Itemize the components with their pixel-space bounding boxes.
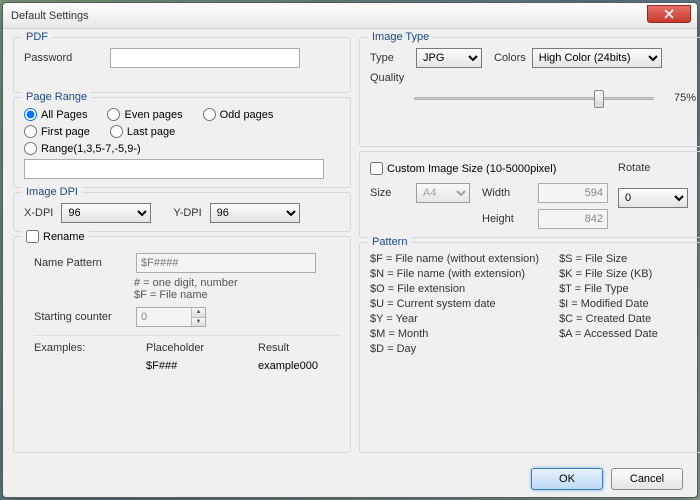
password-label: Password (24, 52, 104, 64)
window-title: Default Settings (11, 10, 89, 22)
quality-label: Quality (370, 72, 410, 84)
legend-n: $N = File name (with extension) (370, 268, 539, 280)
examples-label: Examples: (34, 342, 116, 354)
legend-d: $D = Day (370, 343, 539, 355)
close-icon (664, 9, 674, 19)
name-pattern-input[interactable] (136, 253, 316, 273)
legend-y: $Y = Year (370, 313, 539, 325)
type-select[interactable]: JPG (416, 48, 482, 68)
starting-counter-spinner[interactable]: ▲▼ (136, 307, 206, 327)
x-dpi-select[interactable]: 96 (61, 203, 151, 223)
y-dpi-label: Y-DPI (173, 207, 201, 219)
size-select[interactable]: A4 (416, 183, 470, 203)
example-placeholder: $F### (146, 360, 228, 372)
ok-button[interactable]: OK (531, 468, 603, 490)
starting-counter-label: Starting counter (34, 311, 130, 323)
password-input[interactable] (110, 48, 300, 68)
pattern-hint-1: # = one digit, number (134, 277, 340, 289)
radio-odd-pages[interactable]: Odd pages (203, 108, 274, 121)
result-header: Result (258, 342, 340, 354)
pdf-legend: PDF (22, 31, 52, 43)
pdf-group: PDF Password (13, 37, 351, 93)
legend-t: $T = File Type (559, 283, 658, 295)
radio-even-pages[interactable]: Even pages (107, 108, 182, 121)
legend-m: $M = Month (370, 328, 539, 340)
dialog-window: Default Settings PDF Password Page Range… (2, 2, 698, 498)
image-dpi-group: Image DPI X-DPI 96 Y-DPI 96 (13, 192, 351, 232)
placeholder-header: Placeholder (146, 342, 228, 354)
type-label: Type (370, 52, 410, 64)
dialog-footer: OK Cancel (3, 461, 697, 497)
legend-s: $S = File Size (559, 253, 658, 265)
cancel-button[interactable]: Cancel (611, 468, 683, 490)
slider-thumb-icon[interactable] (594, 90, 604, 108)
width-label: Width (482, 187, 532, 199)
x-dpi-label: X-DPI (24, 207, 53, 219)
legend-i: $I = Modified Date (559, 298, 658, 310)
rotate-select[interactable]: 0 (618, 188, 688, 208)
radio-all-pages[interactable]: All Pages (24, 108, 87, 121)
range-input[interactable] (24, 159, 324, 179)
spinner-up-icon[interactable]: ▲ (191, 308, 205, 318)
pattern-legend-label: Pattern (368, 236, 411, 248)
legend-f: $F = File name (without extension) (370, 253, 539, 265)
image-type-legend: Image Type (368, 31, 433, 43)
colors-label: Colors (494, 52, 526, 64)
name-pattern-label: Name Pattern (34, 257, 130, 269)
content-area: PDF Password Page Range All Pages Even p… (3, 29, 697, 461)
radio-last-page[interactable]: Last page (110, 125, 175, 138)
rename-checkbox[interactable]: Rename (22, 230, 89, 243)
titlebar: Default Settings (3, 3, 697, 29)
legend-o: $O = File extension (370, 283, 539, 295)
legend-a: $A = Accessed Date (559, 328, 658, 340)
width-input[interactable] (538, 183, 608, 203)
height-label: Height (482, 213, 532, 225)
legend-c: $C = Created Date (559, 313, 658, 325)
height-input[interactable] (538, 209, 608, 229)
close-button[interactable] (647, 5, 691, 23)
page-range-group: Page Range All Pages Even pages Odd page… (13, 97, 351, 188)
spinner-down-icon[interactable]: ▼ (191, 318, 205, 327)
image-type-group: Image Type Type JPG Colors High Color (2… (359, 37, 700, 147)
pattern-legend-group: Pattern $F = File name (without extensio… (359, 242, 700, 453)
size-label: Size (370, 187, 410, 199)
rename-group: Rename Name Pattern # = one digit, numbe… (13, 236, 351, 453)
pattern-hint-2: $F = File name (134, 289, 340, 301)
colors-select[interactable]: High Color (24bits) (532, 48, 662, 68)
quality-slider[interactable] (414, 88, 654, 108)
page-range-legend: Page Range (22, 91, 91, 103)
quality-value: 75% (660, 92, 696, 104)
image-dpi-legend: Image DPI (22, 186, 82, 198)
custom-size-checkbox[interactable]: Custom Image Size (10-5000pixel) (370, 162, 608, 175)
legend-k: $K = File Size (KB) (559, 268, 658, 280)
radio-first-page[interactable]: First page (24, 125, 90, 138)
radio-range[interactable]: Range(1,3,5-7,-5,9-) (24, 142, 141, 155)
custom-size-group: Custom Image Size (10-5000pixel) Size A4… (359, 151, 700, 238)
legend-u: $U = Current system date (370, 298, 539, 310)
y-dpi-select[interactable]: 96 (210, 203, 300, 223)
rotate-label: Rotate (618, 162, 696, 174)
example-result: example000 (258, 360, 340, 372)
